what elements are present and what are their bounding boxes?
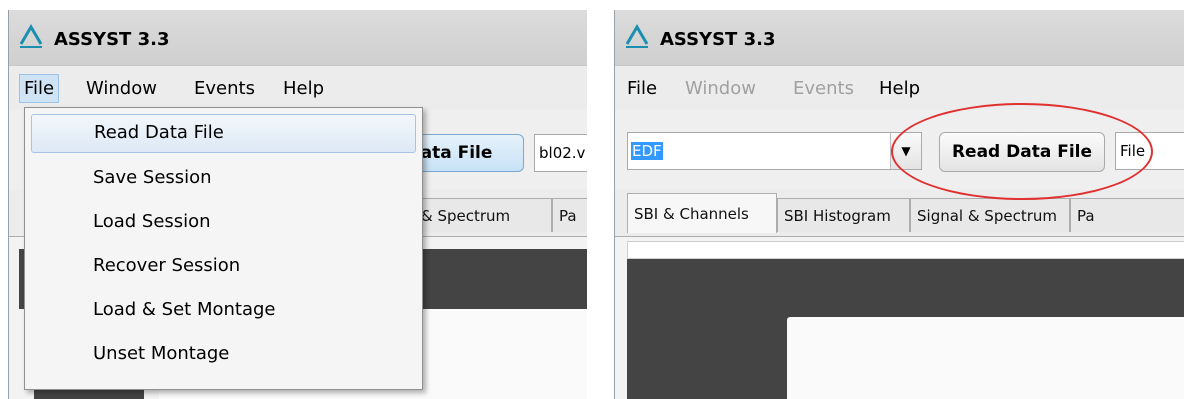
app-title: ASSYST 3.3 <box>660 29 776 50</box>
menu-bar: File Window Events Help <box>615 65 1184 111</box>
menu-window[interactable]: Window <box>685 78 756 99</box>
menu-file[interactable]: File <box>19 74 60 103</box>
tab-label: SBI Histogram <box>784 207 891 225</box>
menu-file[interactable]: File <box>627 78 657 99</box>
app-logo-icon <box>19 24 43 48</box>
menu-window[interactable]: Window <box>86 78 157 99</box>
menu-item-read-data-file[interactable]: Read Data File <box>31 114 416 153</box>
menu-item-load-set-montage[interactable]: Load & Set Montage <box>31 291 416 328</box>
file-dropdown-menu: Read Data File Save Session Load Session… <box>24 107 423 390</box>
tab-label: Pa <box>1077 207 1095 225</box>
format-select[interactable]: EDF ▼ <box>627 132 922 170</box>
menu-item-save-session[interactable]: Save Session <box>31 159 416 196</box>
app-title: ASSYST 3.3 <box>54 29 170 50</box>
menu-item-unset-montage[interactable]: Unset Montage <box>31 335 416 372</box>
content-area <box>615 236 1184 399</box>
tab-bar: SBI & Channels SBI Histogram Signal & Sp… <box>615 190 1184 236</box>
read-data-file-button-label: ata File <box>420 143 493 163</box>
tab-signal-spectrum[interactable]: & Spectrum <box>414 198 552 232</box>
tab-signal-spectrum[interactable]: Signal & Spectrum <box>910 198 1070 232</box>
menu-item-recover-session[interactable]: Recover Session <box>31 247 416 284</box>
file-name-value: bl02.v <box>539 144 586 162</box>
highlight-annotation <box>891 103 1153 200</box>
right-window: ASSYST 3.3 File Window Events Help EDF ▼… <box>614 10 1184 399</box>
menu-help[interactable]: Help <box>879 78 920 99</box>
canvas <box>787 317 1184 399</box>
tab-sbi-channels[interactable]: SBI & Channels <box>627 193 777 233</box>
menu-help[interactable]: Help <box>283 78 324 99</box>
menu-item-load-session[interactable]: Load Session <box>31 203 416 240</box>
menu-events[interactable]: Events <box>194 78 255 99</box>
tab-label: Signal & Spectrum <box>917 207 1057 225</box>
tab-partial[interactable]: Pa <box>552 198 587 232</box>
title-bar: ASSYST 3.3 <box>9 10 587 65</box>
format-value: EDF <box>631 142 663 160</box>
tab-label: SBI & Channels <box>634 205 749 223</box>
app-logo-icon <box>625 24 649 48</box>
menu-bar: File Window Events Help <box>9 65 587 111</box>
menu-events[interactable]: Events <box>793 78 854 99</box>
file-name-field[interactable]: bl02.v <box>534 134 587 172</box>
tab-sbi-histogram[interactable]: SBI Histogram <box>777 198 910 232</box>
tab-label: Pa <box>559 207 577 225</box>
title-bar: ASSYST 3.3 <box>615 10 1184 65</box>
left-window: ASSYST 3.3 File Window Events Help ata F… <box>8 10 587 399</box>
tab-label: & Spectrum <box>421 207 511 225</box>
canvas-frame <box>627 241 1184 259</box>
tab-partial[interactable]: Pa <box>1070 198 1184 232</box>
